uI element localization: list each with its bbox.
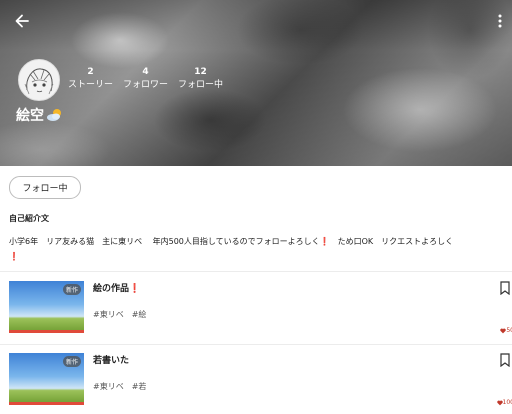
tag[interactable]: #若: [132, 381, 147, 392]
bookmark-icon[interactable]: [500, 353, 510, 367]
work-title-text: 若書いた: [93, 356, 130, 366]
thumbnail-bar: [9, 402, 84, 405]
divider: [0, 271, 512, 272]
exclamation-mark: ❗: [9, 252, 19, 261]
bio-text-part1: 小学6年 リア友みる猫 主に東リベ 年内500人目指しているのでフォローよろしく: [9, 237, 320, 246]
sun-cloud-icon: [47, 109, 61, 121]
avatar-illustration-icon: [24, 68, 54, 95]
profile-header: 2 ストーリー 4 フォロワー 12 フォロー中 絵空: [0, 0, 512, 166]
bio-heading: 自己紹介文: [9, 214, 49, 223]
likes-count: 50: [500, 327, 512, 334]
work-tags: #東リベ #絵: [93, 309, 154, 320]
arrow-left-icon: [15, 14, 29, 28]
profile-stats: 2 ストーリー 4 フォロワー 12 フォロー中: [68, 67, 233, 91]
work-thumbnail[interactable]: 新作: [9, 281, 84, 333]
thumbnail-bar: [9, 330, 84, 333]
stat-value: 12: [194, 67, 207, 77]
username-text: 絵空: [16, 108, 44, 124]
work-title[interactable]: 絵の作品❗: [93, 281, 140, 294]
stat-following[interactable]: 12 フォロー中: [178, 67, 223, 91]
exclamation-mark: ❗: [319, 237, 330, 246]
likes-count: 100: [496, 399, 512, 406]
likes-value: 50: [506, 327, 512, 334]
avatar[interactable]: [18, 59, 60, 101]
stat-stories[interactable]: 2 ストーリー: [68, 67, 113, 91]
stat-label: ストーリー: [68, 80, 114, 90]
new-badge: 新作: [62, 356, 81, 367]
work-item[interactable]: 新作 絵の作品❗ #東リベ #絵 50: [0, 281, 512, 341]
stat-label: フォロー中: [178, 80, 224, 90]
exclamation-mark: ❗: [129, 284, 141, 294]
work-item[interactable]: 新作 若書いた #東リベ #若 100: [0, 353, 512, 413]
username: 絵空: [16, 105, 64, 125]
likes-value: 100: [502, 399, 512, 406]
work-tags: #東リベ #若: [93, 381, 154, 392]
stat-followers[interactable]: 4 フォロワー: [123, 67, 168, 91]
back-button[interactable]: [10, 9, 34, 33]
stat-label: フォロワー: [123, 80, 169, 90]
new-badge: 新作: [62, 284, 81, 295]
divider: [0, 344, 512, 345]
bio-text: 小学6年 リア友みる猫 主に東リベ 年内500人目指しているのでフォローよろしく…: [9, 234, 512, 264]
more-options-button[interactable]: [492, 9, 508, 33]
stat-value: 2: [87, 67, 94, 77]
tag[interactable]: #東リベ: [93, 381, 124, 392]
tag[interactable]: #絵: [132, 309, 147, 320]
following-button[interactable]: フォロー中: [9, 176, 81, 199]
work-title-text: 絵の作品: [93, 284, 130, 294]
bookmark-icon[interactable]: [500, 281, 510, 295]
work-title[interactable]: 若書いた: [93, 353, 129, 366]
bio-text-part2: ため口OK リクエストよろしく: [329, 237, 454, 246]
tag[interactable]: #東リベ: [93, 309, 124, 320]
work-thumbnail[interactable]: 新作: [9, 353, 84, 405]
stat-value: 4: [142, 67, 149, 77]
more-vert-icon: [498, 14, 502, 28]
